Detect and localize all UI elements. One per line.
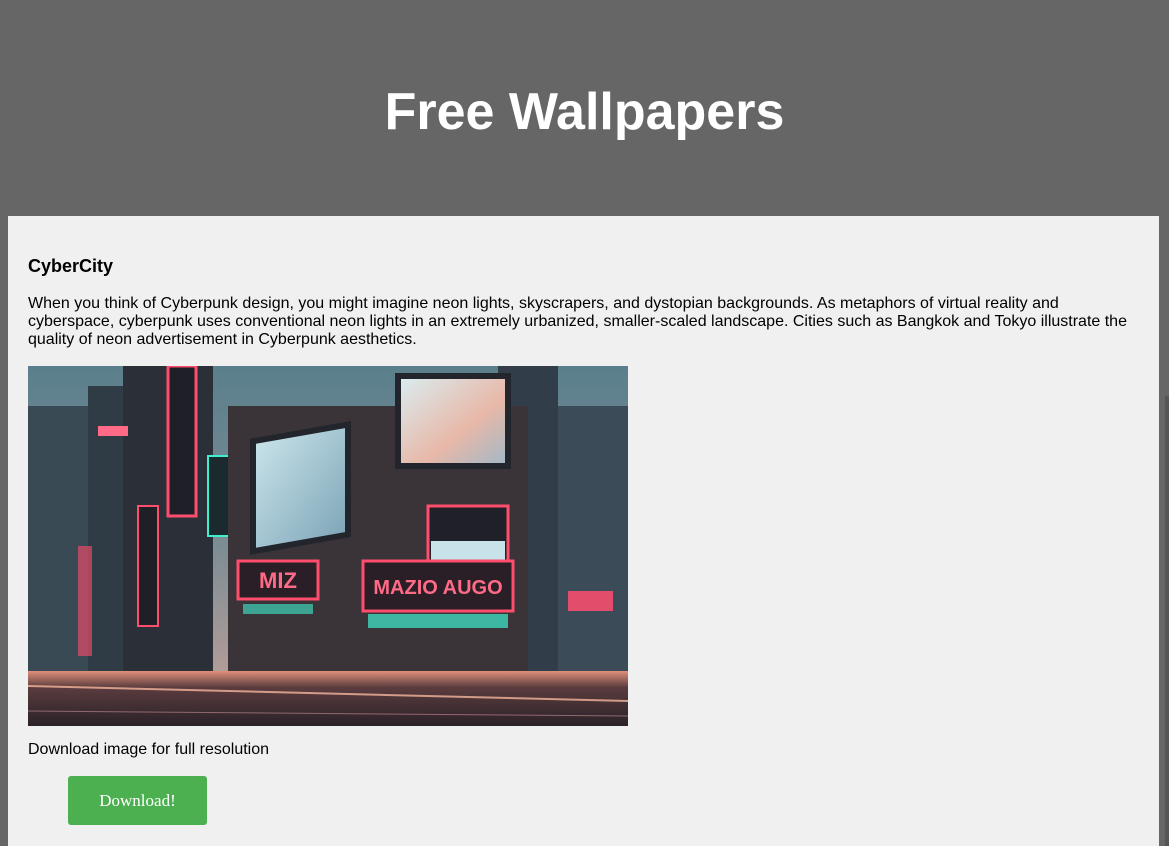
site-title: Free Wallpapers <box>384 83 785 141</box>
neon-sign-right: MAZIO AUGO <box>373 577 502 599</box>
wallpaper-card: CyberCity When you think of Cyberpunk de… <box>8 216 1159 846</box>
download-hint: Download image for full resolution <box>28 741 270 758</box>
wallpaper-description: When you think of Cyberpunk design, you … <box>28 295 1127 348</box>
wallpaper-title: CyberCity <box>28 256 114 276</box>
neon-sign-left: MIZ <box>259 568 297 593</box>
site-header: Free Wallpapers <box>0 0 1169 216</box>
download-button[interactable]: Download! <box>68 776 207 825</box>
wallpaper-image: MIZ MAZIO AUGO <box>28 366 628 726</box>
scrollbar[interactable] <box>1165 396 1169 846</box>
